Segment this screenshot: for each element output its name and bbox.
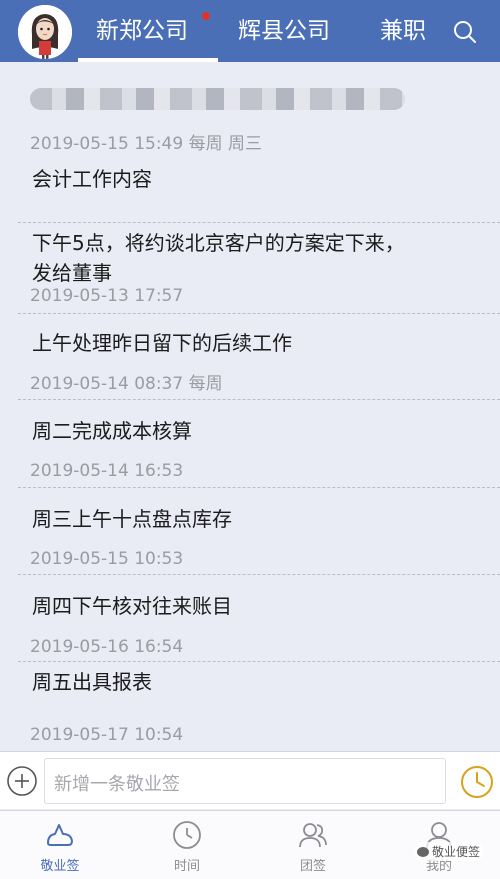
- cloud-icon: [47, 824, 73, 846]
- team-icon: [299, 823, 327, 848]
- nav-time[interactable]: 时间: [142, 811, 232, 879]
- note-meta: 2019-05-13 17:57: [30, 286, 184, 306]
- notes-list[interactable]: 2019-05-15 15:49 每周 周三 会计工作内容 下午5点，将约谈北京…: [0, 62, 500, 750]
- note-meta: 2019-05-14 16:53: [30, 461, 184, 481]
- new-note-bar: 新增一条敬业签: [0, 751, 500, 809]
- watermark: 敬业便签: [414, 842, 484, 861]
- note-meta: 2019-05-17 10:54: [30, 725, 184, 745]
- search-icon[interactable]: [452, 19, 478, 45]
- plus-circle-icon[interactable]: [6, 765, 38, 797]
- reminder-clock-icon[interactable]: [460, 765, 494, 799]
- new-note-input[interactable]: 新增一条敬业签: [44, 758, 446, 804]
- nav-label: 团签: [299, 859, 326, 874]
- note-title[interactable]: 上午处理昨日留下的后续工作: [32, 328, 292, 358]
- top-header: 新郑公司 辉县公司 兼职: [0, 0, 500, 62]
- nav-label: 敬业签: [40, 859, 80, 874]
- notification-dot: [202, 12, 210, 20]
- divider: [18, 574, 500, 575]
- clock-icon: [173, 821, 201, 849]
- divider: [18, 399, 500, 400]
- nav-jingye[interactable]: 敬业签: [15, 811, 105, 879]
- new-note-placeholder: 新增一条敬业签: [54, 774, 180, 795]
- note-title[interactable]: 会计工作内容: [32, 164, 152, 194]
- tab-part-time[interactable]: 兼职: [380, 0, 426, 62]
- note-title[interactable]: 周三上午十点盘点库存: [32, 504, 232, 534]
- note-meta: 2019-05-14 08:37 每周: [30, 374, 223, 394]
- user-avatar[interactable]: [18, 5, 72, 59]
- note-title[interactable]: 周四下午核对往来账目: [32, 591, 232, 621]
- tab-huixian-company[interactable]: 辉县公司: [238, 0, 330, 62]
- watermark-text: 敬业便签: [432, 845, 481, 859]
- blurred-note-title: [30, 88, 405, 110]
- note-meta: 2019-05-15 15:49 每周 周三: [30, 134, 262, 154]
- note-title[interactable]: 周二完成成本核算: [32, 416, 192, 446]
- note-title[interactable]: 周五出具报表: [32, 667, 152, 697]
- note-meta: 2019-05-15 10:53: [30, 549, 184, 569]
- divider: [18, 222, 500, 223]
- divider: [18, 487, 500, 488]
- divider: [18, 661, 500, 662]
- note-meta: 2019-05-16 16:54: [30, 637, 184, 657]
- wechat-icon: [417, 847, 429, 857]
- divider: [18, 313, 500, 314]
- nav-label: 时间: [173, 859, 200, 874]
- nav-team[interactable]: 团签: [268, 811, 358, 879]
- avatar-girl-icon: [18, 5, 72, 59]
- note-title[interactable]: 下午5点，将约谈北京客户的方案定下来， 发给董事: [32, 228, 405, 288]
- tab-xinzheng-company[interactable]: 新郑公司: [96, 0, 188, 62]
